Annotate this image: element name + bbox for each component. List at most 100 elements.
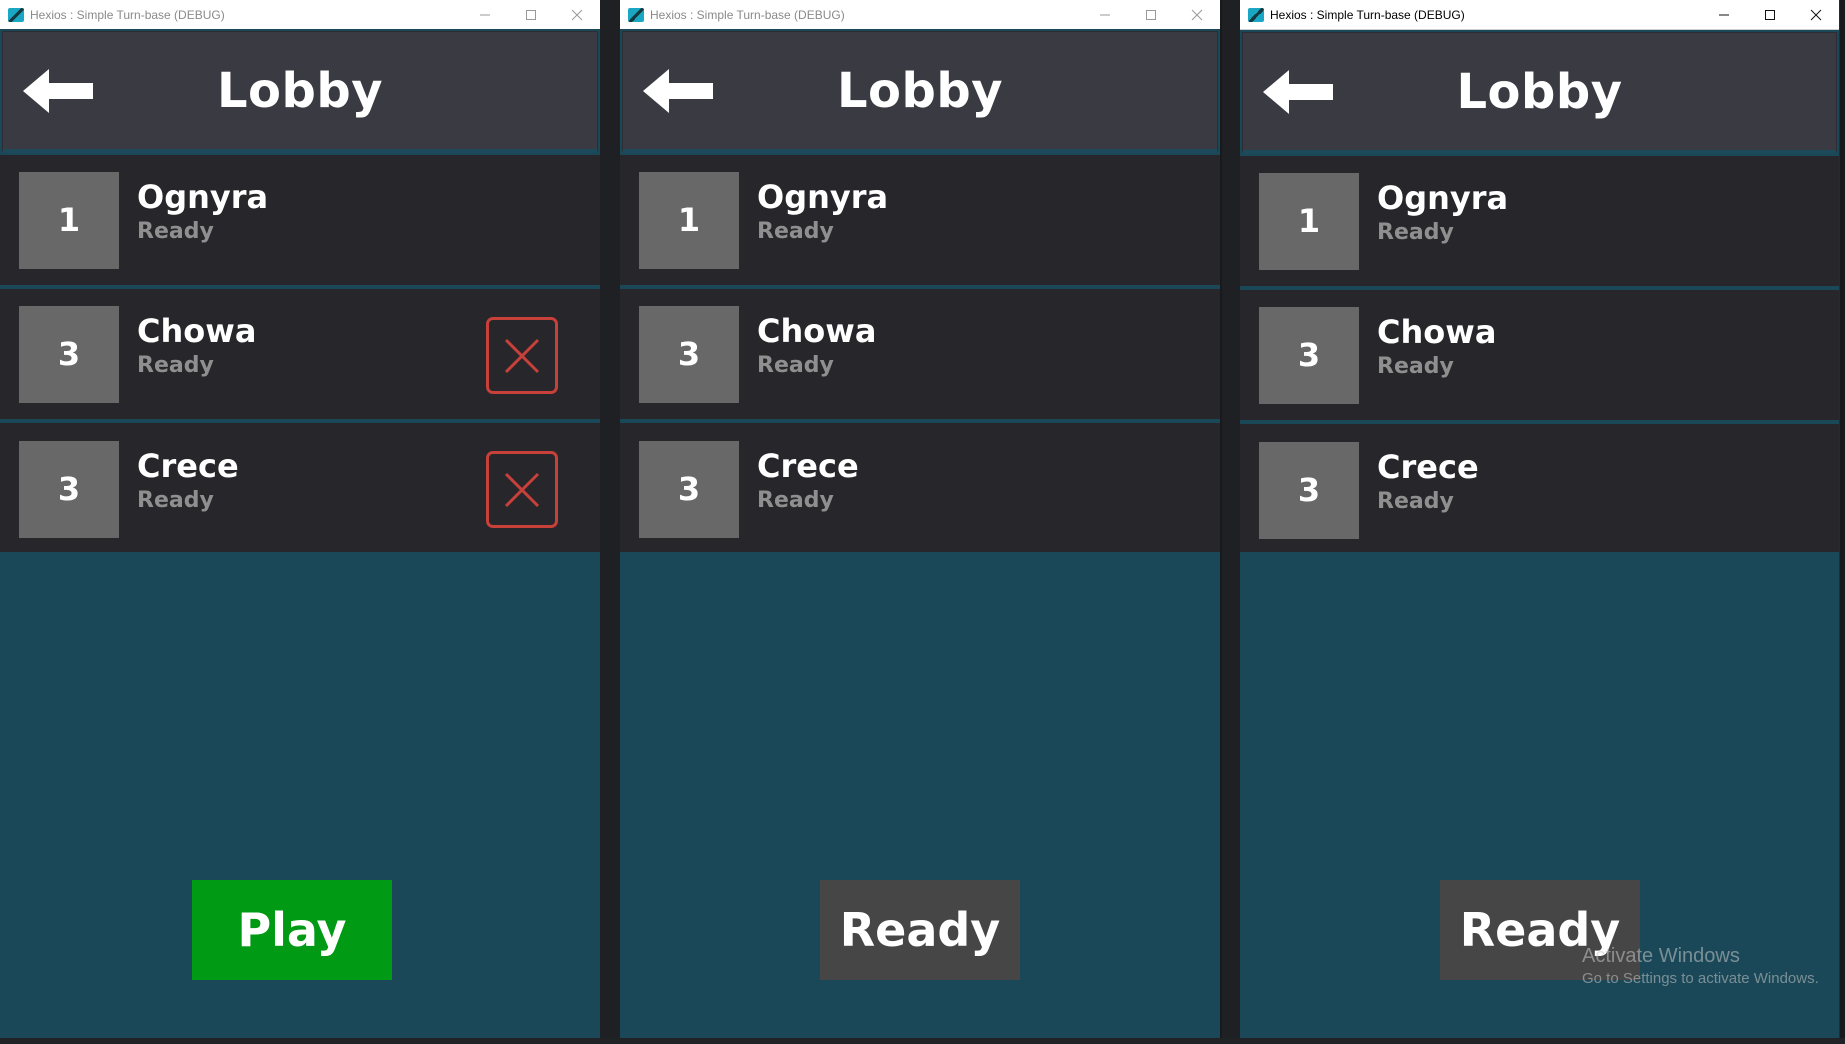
- minimize-button[interactable]: [1701, 0, 1747, 29]
- page-title: Lobby: [836, 62, 1004, 119]
- player-info: Crece Ready: [1377, 448, 1479, 516]
- window-title: Hexios : Simple Turn-base (DEBUG): [650, 7, 845, 22]
- player-name: Chowa: [137, 312, 257, 350]
- player-status: Ready: [137, 353, 214, 378]
- lobby-footer: Play: [0, 552, 600, 1038]
- player-slot-number: 3: [19, 305, 119, 403]
- lobby-header: Lobby: [1242, 32, 1837, 154]
- player-status: Ready: [1377, 220, 1454, 245]
- ready-button[interactable]: Ready: [820, 880, 1020, 980]
- window-title: Hexios : Simple Turn-base (DEBUG): [1270, 7, 1465, 22]
- player-info: Ognyra Ready: [137, 178, 268, 246]
- player-slot-number: 3: [1259, 306, 1359, 404]
- player-slot-number: 1: [19, 171, 119, 269]
- player-row: 1 Ognyra Ready: [620, 155, 1220, 285]
- maximize-button[interactable]: [1747, 0, 1793, 29]
- player-row: 1 Ognyra Ready: [0, 155, 600, 285]
- close-icon: [1810, 9, 1822, 20]
- player-slot-number: 3: [639, 305, 739, 403]
- maximize-icon: [1765, 9, 1775, 20]
- back-arrow-icon: [643, 69, 713, 113]
- close-window-button[interactable]: [1174, 0, 1220, 29]
- player-row: 3 Chowa Ready: [0, 289, 600, 419]
- close-icon: [1191, 9, 1203, 20]
- back-button[interactable]: [641, 66, 715, 116]
- window-controls: [1701, 0, 1839, 29]
- player-info: Chowa Ready: [1377, 313, 1496, 381]
- kick-player-button[interactable]: [486, 451, 558, 528]
- player-row: 3 Crece Ready: [620, 423, 1220, 555]
- desktop: atio le Hexios : Simple Turn-base (DEBUG…: [0, 0, 1845, 1044]
- back-arrow-icon: [1263, 70, 1333, 114]
- lobby-header: Lobby: [2, 31, 598, 153]
- window-titlebar[interactable]: Hexios : Simple Turn-base (DEBUG): [620, 0, 1220, 29]
- kick-player-button[interactable]: [486, 317, 558, 394]
- kick-x-icon: [504, 472, 540, 507]
- window-titlebar[interactable]: Hexios : Simple Turn-base (DEBUG): [1240, 0, 1839, 30]
- player-name: Ognyra: [137, 178, 269, 216]
- maximize-icon: [1146, 9, 1156, 20]
- player-slot-number: 1: [1259, 172, 1359, 270]
- window-gap: [1222, 0, 1242, 1044]
- player-info: Ognyra Ready: [1377, 179, 1508, 247]
- player-row: 3 Crece Ready: [1240, 424, 1839, 556]
- player-info: Chowa Ready: [137, 312, 256, 380]
- lobby-header: Lobby: [622, 31, 1218, 153]
- close-window-button[interactable]: [554, 0, 600, 29]
- player-list: 1 Ognyra Ready 3 Chowa Ready 3 Crece Rea…: [620, 155, 1220, 555]
- lobby-footer: Ready: [1240, 552, 1839, 1038]
- player-name: Chowa: [1377, 313, 1497, 351]
- minimize-icon: [1100, 14, 1110, 15]
- minimize-icon: [480, 14, 490, 15]
- player-status: Ready: [757, 353, 834, 378]
- window-titlebar[interactable]: Hexios : Simple Turn-base (DEBUG): [0, 0, 600, 29]
- window-title: Hexios : Simple Turn-base (DEBUG): [30, 7, 225, 22]
- player-name: Crece: [1377, 448, 1479, 486]
- play-button[interactable]: Play: [192, 880, 392, 980]
- hexios-app-icon: [8, 7, 24, 22]
- minimize-icon: [1719, 14, 1729, 15]
- player-row: 3 Chowa Ready: [1240, 290, 1839, 420]
- player-list: 1 Ognyra Ready 3 Chowa Ready 3 Crece Rea…: [0, 155, 600, 555]
- maximize-button[interactable]: [1128, 0, 1174, 29]
- player-slot-number: 3: [19, 440, 119, 538]
- player-name: Crece: [137, 447, 239, 485]
- back-button[interactable]: [21, 66, 95, 116]
- close-icon: [571, 9, 583, 20]
- player-slot-number: 3: [1259, 441, 1359, 539]
- game-window: Hexios : Simple Turn-base (DEBUG) Lobby: [1240, 0, 1840, 1038]
- player-name: Ognyra: [1377, 179, 1509, 217]
- minimize-button[interactable]: [1082, 0, 1128, 29]
- game-window: Hexios : Simple Turn-base (DEBUG) Lobby: [620, 0, 1220, 1038]
- maximize-button[interactable]: [508, 0, 554, 29]
- player-row: 1 Ognyra Ready: [1240, 156, 1839, 286]
- player-row: 3 Crece Ready: [0, 423, 600, 555]
- page-title: Lobby: [1456, 63, 1623, 120]
- player-name: Crece: [757, 447, 859, 485]
- player-list: 1 Ognyra Ready 3 Chowa Ready 3 Crece Rea…: [1240, 156, 1839, 556]
- hexios-app-icon: [628, 7, 644, 22]
- ready-button[interactable]: Ready: [1440, 880, 1640, 980]
- player-info: Ognyra Ready: [757, 178, 888, 246]
- window-controls: [1082, 0, 1220, 29]
- page-title: Lobby: [216, 62, 384, 119]
- back-arrow-icon: [23, 69, 93, 113]
- player-slot-number: 1: [639, 171, 739, 269]
- minimize-button[interactable]: [462, 0, 508, 29]
- player-slot-number: 3: [639, 440, 739, 538]
- player-name: Chowa: [757, 312, 877, 350]
- player-status: Ready: [757, 488, 834, 513]
- player-status: Ready: [757, 219, 834, 244]
- player-info: Chowa Ready: [757, 312, 876, 380]
- back-button[interactable]: [1261, 67, 1335, 117]
- player-row: 3 Chowa Ready: [620, 289, 1220, 419]
- close-window-button[interactable]: [1793, 0, 1839, 29]
- window-gap: [600, 0, 620, 1044]
- player-info: Crece Ready: [137, 447, 239, 515]
- player-status: Ready: [1377, 489, 1454, 514]
- player-status: Ready: [137, 219, 214, 244]
- hexios-app-icon: [1248, 7, 1264, 22]
- player-status: Ready: [137, 488, 214, 513]
- maximize-icon: [526, 9, 536, 20]
- game-window: Hexios : Simple Turn-base (DEBUG) Lobby: [0, 0, 600, 1038]
